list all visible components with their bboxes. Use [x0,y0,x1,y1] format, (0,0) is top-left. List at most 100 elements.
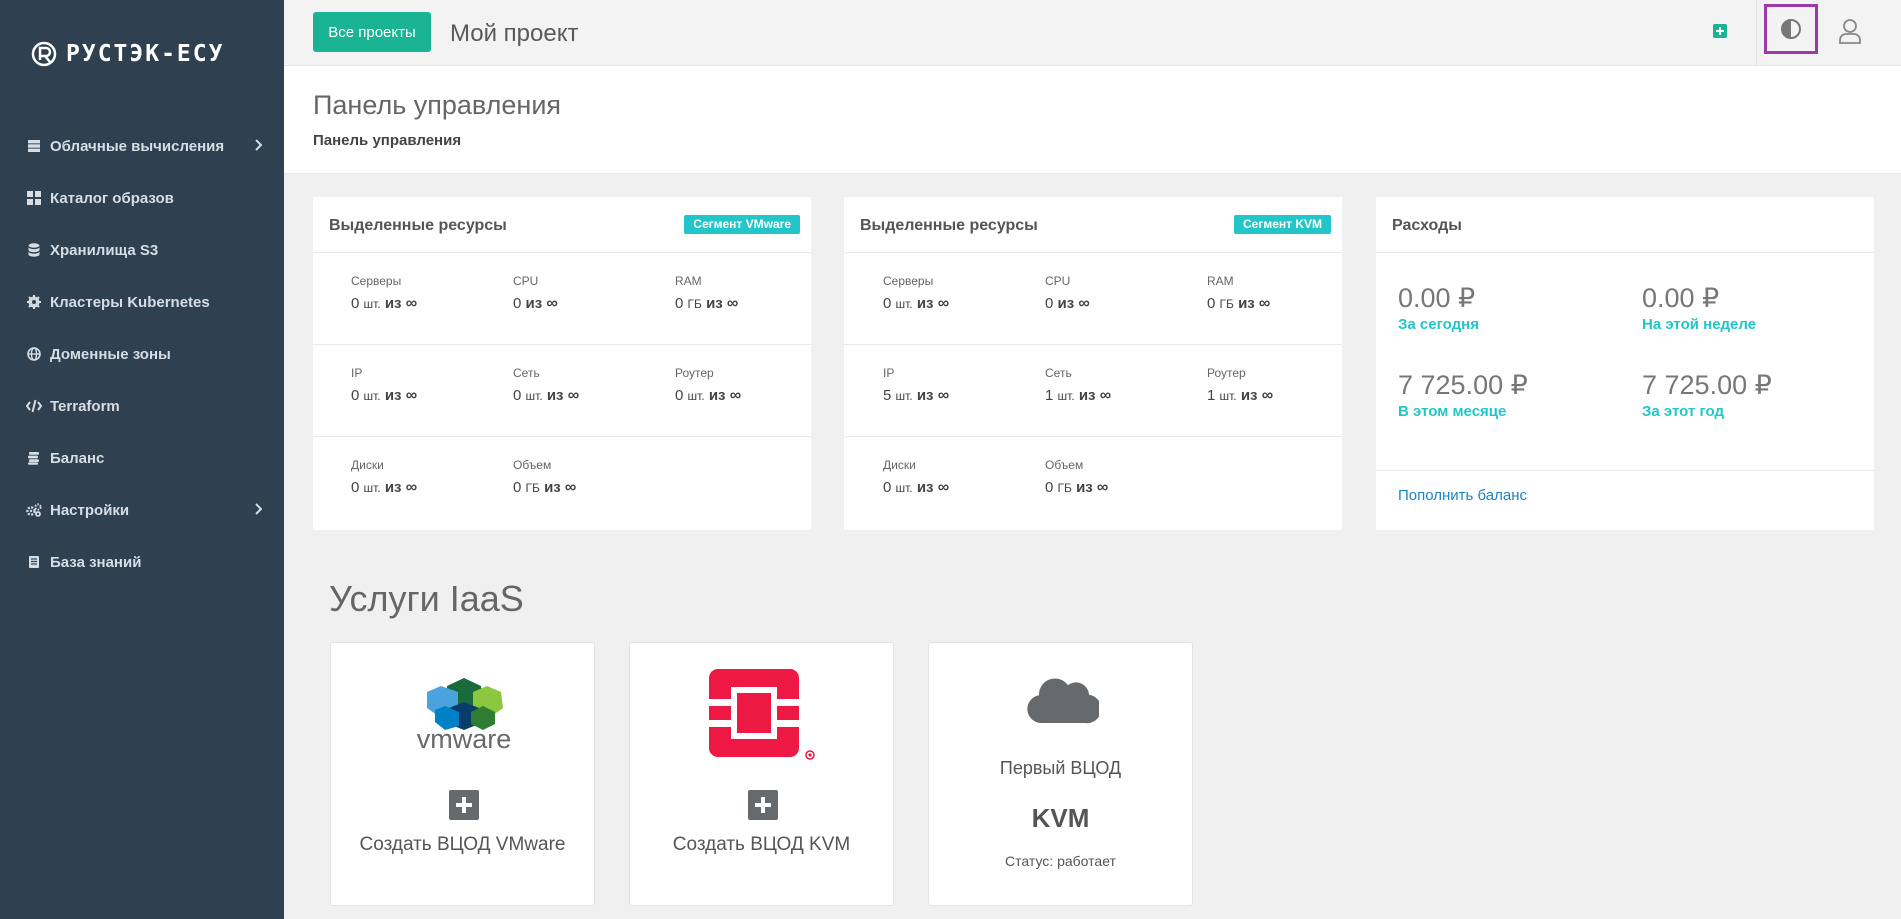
resource-of: из [384,387,402,404]
resource-value: 0 [351,479,360,496]
resource-unit: ГБ [1057,481,1072,495]
topbar-divider [1756,0,1757,66]
resource-unit: шт. [895,389,913,403]
resource-label: Сеть [1045,366,1072,380]
resources-vmware-card: Выделенные ресурсы Сегмент VMware Сервер… [313,197,811,530]
sidebar-item-s3-storage[interactable]: Хранилища S3 [0,224,284,276]
segment-badge: Сегмент VMware [684,215,800,234]
infinity-icon: ∞ [1261,387,1274,404]
resource-of: из [916,295,934,312]
sidebar-item-settings[interactable]: Настройки [0,484,284,536]
plus-square-icon [748,790,778,820]
resource-of: из [1078,387,1096,404]
resource-row: Диски 0 шт. из ∞ Объем 0 ГБ из ∞ [844,437,1342,529]
resource-disks: Диски 0 шт. из ∞ [883,458,949,497]
sidebar-item-label: Доменные зоны [50,345,171,363]
resource-of: из [546,387,564,404]
resource-value: 0 [675,387,684,404]
sidebar-item-kubernetes[interactable]: Кластеры Kubernetes [0,276,284,328]
sidebar-item-image-catalog[interactable]: Каталог образов [0,172,284,224]
sidebar-item-dns-zones[interactable]: Доменные зоны [0,328,284,380]
resource-unit: шт. [895,481,913,495]
resource-label: Серверы [883,274,934,288]
sidebar-item-label: Terraform [50,397,120,415]
all-projects-button[interactable]: Все проекты [313,12,431,52]
user-icon[interactable] [1837,17,1863,45]
resource-network: Сеть 0 шт. из ∞ [513,366,579,405]
infinity-icon: ∞ [937,479,950,496]
resource-label: IP [883,366,895,380]
resource-value: 1 [1045,387,1054,404]
sidebar-item-label: Облачные вычисления [50,137,225,155]
page-title: Панель управления [313,90,562,120]
resource-label: CPU [513,274,539,288]
service-card-existing-vdc[interactable]: Первый ВЦОД KVM Статус: работает [928,642,1193,906]
sidebar-item-label: База знаний [50,553,142,571]
resource-servers: Серверы 0 шт. из ∞ [883,274,949,313]
resource-label: CPU [1045,274,1071,288]
resource-network: Сеть 1 шт. из ∞ [1045,366,1111,405]
sidebar: РУСТЭК-ЕСУ Облачные вычисления Каталог о… [0,0,284,919]
resource-of: из [916,479,934,496]
infinity-icon: ∞ [405,387,418,404]
service-card-vmware[interactable]: vmware Создать ВЦОД VMware [330,642,595,906]
resource-unit: шт. [687,389,705,403]
resource-unit: шт. [895,297,913,311]
globe-icon [26,346,42,362]
breadcrumb[interactable]: Панель управления [313,132,461,149]
sidebar-item-terraform[interactable]: Terraform [0,380,284,432]
resource-volume: Объем 0 ГБ из ∞ [513,458,576,497]
resource-value: 0 [351,387,360,404]
expense-label: За этот год [1642,403,1724,420]
resource-label: RAM [675,274,702,288]
add-icon[interactable] [1713,24,1727,38]
resource-ip: IP 5 шт. из ∞ [883,366,949,405]
sidebar-item-knowledge-base[interactable]: База знаний [0,536,284,588]
resource-unit: шт. [525,389,543,403]
resource-unit: ГБ [687,297,702,311]
resource-cpu: CPU 0 из ∞ [513,274,558,313]
sidebar-item-balance[interactable]: Баланс [0,432,284,484]
cloud-icon [1027,678,1099,724]
resource-of: из [544,479,561,496]
code-icon [26,398,42,414]
theme-toggle-button[interactable] [1764,4,1818,54]
resource-cpu: CPU 0 из ∞ [1045,274,1090,313]
gears-icon [26,502,42,518]
book-icon [26,554,42,570]
resource-of: из [708,387,726,404]
card-title: Выделенные ресурсы [860,217,1038,234]
resource-label: IP [351,366,363,380]
resource-row: Диски 0 шт. из ∞ Объем 0 ГБ из ∞ [313,437,811,529]
infinity-icon: ∞ [937,295,950,312]
resource-ip: IP 0 шт. из ∞ [351,366,417,405]
vmware-wordmark: vmware [417,724,512,754]
resource-unit: ГБ [525,481,540,495]
resource-value: 0 [675,295,684,312]
topbar: Все проекты Мой проект [284,0,1901,66]
resource-disks: Диски 0 шт. из ∞ [351,458,417,497]
topup-balance-link[interactable]: Пополнить баланс [1398,487,1527,504]
resource-ram: RAM 0 ГБ из ∞ [1207,274,1270,313]
infinity-icon: ∞ [546,295,558,312]
resource-volume: Объем 0 ГБ из ∞ [1045,458,1108,497]
sidebar-item-label: Хранилища S3 [50,241,159,259]
page-header: Панель управления Панель управления [284,66,1901,174]
resource-value: 0 [513,387,522,404]
sidebar-nav: Облачные вычисления Каталог образов Хран… [0,120,284,588]
sidebar-item-cloud-computing[interactable]: Облачные вычисления [0,120,284,172]
vmware-logo: vmware [417,678,512,754]
expense-month: 7 725.00 ₽ В этом месяце [1398,370,1528,420]
service-card-kvm[interactable]: Создать ВЦОД KVM [629,642,894,906]
infinity-icon: ∞ [567,387,580,404]
resource-unit: шт. [363,297,381,311]
infinity-icon: ∞ [564,479,577,496]
expense-amount: 0.00 ₽ [1398,283,1476,313]
sidebar-item-label: Каталог образов [50,189,174,207]
resource-of: из [1240,387,1258,404]
resource-label: Объем [513,458,552,472]
resource-router: Роутер 0 шт. из ∞ [675,366,741,405]
resource-label: Сеть [513,366,540,380]
resource-row: IP 0 шт. из ∞ Сеть 0 шт. из ∞ Роутер 0 ш… [313,345,811,437]
logo[interactable]: РУСТЭК-ЕСУ [30,38,224,70]
